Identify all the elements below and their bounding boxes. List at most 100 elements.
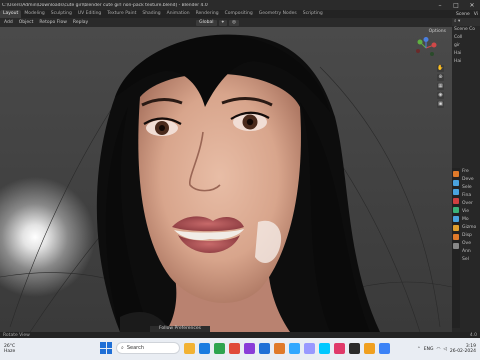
outliner-item[interactable]: gir bbox=[452, 42, 480, 50]
object-menu[interactable]: Object bbox=[17, 20, 36, 25]
taskbar-app-icon[interactable] bbox=[304, 342, 315, 354]
outliner-item[interactable]: Scene Co bbox=[452, 26, 480, 34]
snap-icon[interactable]: ⌖ bbox=[218, 19, 228, 26]
outliner-item[interactable]: Coll bbox=[452, 34, 480, 42]
tab-compositing[interactable]: Compositing bbox=[222, 10, 256, 18]
version-label: 4.0 bbox=[469, 332, 477, 338]
taskbar-app-icon[interactable] bbox=[244, 342, 255, 354]
tab-shading[interactable]: Shading bbox=[139, 10, 163, 18]
property-row[interactable]: Gizmo bbox=[460, 224, 480, 232]
3d-viewport[interactable]: Options ✋ ⊕ ▦ ◉ ▣ Follow Preferences bbox=[0, 27, 452, 332]
clock[interactable]: 3:19 26-02-2024 bbox=[450, 344, 476, 354]
outliner-header: ⌕ ▾ bbox=[452, 18, 480, 26]
status-hint: Rotate View bbox=[3, 332, 30, 338]
close-button[interactable]: ✕ bbox=[464, 0, 480, 10]
window-title-bar: C:\Users\Admin\Downloads\cute girl\blend… bbox=[0, 0, 480, 10]
object-tab-icon[interactable] bbox=[453, 225, 459, 231]
tab-scripting[interactable]: Scripting bbox=[300, 10, 326, 18]
zoom-view-icon[interactable]: ⊕ bbox=[437, 74, 444, 81]
pan-view-icon[interactable]: ✋ bbox=[437, 65, 444, 72]
minimize-button[interactable]: – bbox=[432, 0, 448, 10]
viewport-render bbox=[0, 34, 452, 332]
taskbar-app-icon[interactable] bbox=[259, 342, 270, 354]
camera-view-icon[interactable]: ◉ bbox=[437, 92, 444, 99]
property-row[interactable]: Sel bbox=[460, 256, 480, 264]
search-icon: ⌕ bbox=[121, 345, 124, 351]
property-row[interactable]: Fre bbox=[460, 168, 480, 176]
replay-menu[interactable]: Replay bbox=[71, 20, 90, 25]
navigation-gizmo[interactable] bbox=[414, 37, 438, 59]
tab-sculpting[interactable]: Sculpting bbox=[48, 10, 75, 18]
property-row[interactable]: Over bbox=[460, 200, 480, 208]
tab-animation[interactable]: Animation bbox=[164, 10, 193, 18]
scene-tab-icon[interactable] bbox=[453, 207, 459, 213]
right-pupil bbox=[246, 118, 254, 126]
right-panels: ⌕ ▾ Scene Co Coll gir Hai Hai Fre Deve S… bbox=[452, 18, 480, 332]
taskbar-app-icon[interactable] bbox=[364, 342, 375, 354]
viewport-header: Add Object Retopo Flow Replay Global ⌖ ◎ bbox=[0, 18, 452, 27]
taskbar-app-icon[interactable] bbox=[319, 342, 330, 354]
property-row[interactable]: Ove bbox=[460, 240, 480, 248]
taskbar-app-icon[interactable] bbox=[334, 342, 345, 354]
tab-uv-editing[interactable]: UV Editing bbox=[75, 10, 104, 18]
property-row[interactable]: Vie bbox=[460, 208, 480, 216]
property-row[interactable]: Fina bbox=[460, 192, 480, 200]
tool-tab-icon[interactable] bbox=[453, 171, 459, 177]
property-row[interactable]: Disp bbox=[460, 232, 480, 240]
tab-layout[interactable]: Layout bbox=[0, 10, 22, 18]
left-pupil bbox=[159, 125, 165, 131]
tab-modeling[interactable]: Modeling bbox=[21, 10, 47, 18]
view-layer-tab-icon[interactable] bbox=[453, 198, 459, 204]
add-menu[interactable]: Add bbox=[2, 20, 15, 25]
toggle-grid-icon[interactable]: ▦ bbox=[437, 83, 444, 90]
perspective-toggle-icon[interactable]: ▣ bbox=[437, 101, 444, 108]
chevron-up-icon[interactable]: ⌃ bbox=[417, 347, 421, 352]
taskbar-app-icon[interactable] bbox=[214, 342, 225, 354]
window-title: C:\Users\Admin\Downloads\cute girl\blend… bbox=[2, 2, 208, 8]
taskbar-app-icon[interactable] bbox=[349, 342, 360, 354]
system-tray: ⌃ ENG ◠ ◁ 3:19 26-02-2024 bbox=[417, 344, 476, 354]
outliner-item[interactable]: Hai bbox=[452, 50, 480, 58]
modifier-tab-icon[interactable] bbox=[453, 234, 459, 240]
render-tab-icon[interactable] bbox=[453, 180, 459, 186]
scene-selector[interactable]: Scene Vi bbox=[456, 12, 480, 17]
wifi-icon[interactable]: ◠ bbox=[436, 347, 440, 352]
weather-widget[interactable]: 26°C Haze bbox=[4, 344, 15, 354]
output-tab-icon[interactable] bbox=[453, 189, 459, 195]
properties-tabs bbox=[452, 168, 460, 328]
windows-taskbar: 26°C Haze ⌕ Search ⌃ ENG ◠ ◁ 3:19 26-02-… bbox=[0, 338, 480, 360]
weather-desc: Haze bbox=[4, 349, 16, 354]
transform-orientation-select[interactable]: Global bbox=[196, 19, 217, 26]
taskbar-app-icon[interactable] bbox=[229, 342, 240, 354]
taskbar-app-icon[interactable] bbox=[289, 342, 300, 354]
options-menu[interactable]: Options bbox=[429, 29, 446, 34]
view-layer-label: Vi bbox=[473, 11, 478, 17]
property-row[interactable]: Sele bbox=[460, 184, 480, 192]
maximize-button[interactable]: □ bbox=[448, 0, 464, 10]
language-indicator[interactable]: ENG bbox=[424, 347, 434, 352]
taskbar-search[interactable]: ⌕ Search bbox=[116, 342, 180, 354]
taskbar-app-icon[interactable] bbox=[274, 342, 285, 354]
property-row[interactable]: Deve bbox=[460, 176, 480, 184]
pinned-apps bbox=[184, 342, 390, 354]
proportional-edit-icon[interactable]: ◎ bbox=[229, 19, 239, 26]
tab-texture-paint[interactable]: Texture Paint bbox=[104, 10, 139, 18]
outliner-item[interactable]: Hai bbox=[452, 58, 480, 66]
taskbar-app-icon[interactable] bbox=[184, 342, 195, 354]
windows-start-icon[interactable] bbox=[100, 342, 112, 354]
property-row[interactable]: Mo bbox=[460, 216, 480, 224]
retopoflow-menu[interactable]: Retopo Flow bbox=[37, 20, 69, 25]
workspace-tabs: Layout Modeling Sculpting UV Editing Tex… bbox=[0, 10, 480, 18]
tab-geometry-nodes[interactable]: Geometry Nodes bbox=[256, 10, 300, 18]
taskbar-app-icon[interactable] bbox=[199, 342, 210, 354]
scene-label: Scene bbox=[456, 11, 470, 17]
tab-rendering[interactable]: Rendering bbox=[193, 10, 222, 18]
taskbar-app-icon[interactable] bbox=[379, 342, 390, 354]
constraint-tab-icon[interactable] bbox=[453, 243, 459, 249]
search-placeholder: Search bbox=[126, 345, 144, 351]
volume-icon[interactable]: ◁ bbox=[443, 347, 446, 352]
properties-panel: Fre Deve Sele Fina Over Vie Mo Gizmo Dis… bbox=[460, 168, 480, 264]
taskbar-center: ⌕ Search bbox=[100, 342, 390, 354]
property-row[interactable]: Ann bbox=[460, 248, 480, 256]
world-tab-icon[interactable] bbox=[453, 216, 459, 222]
